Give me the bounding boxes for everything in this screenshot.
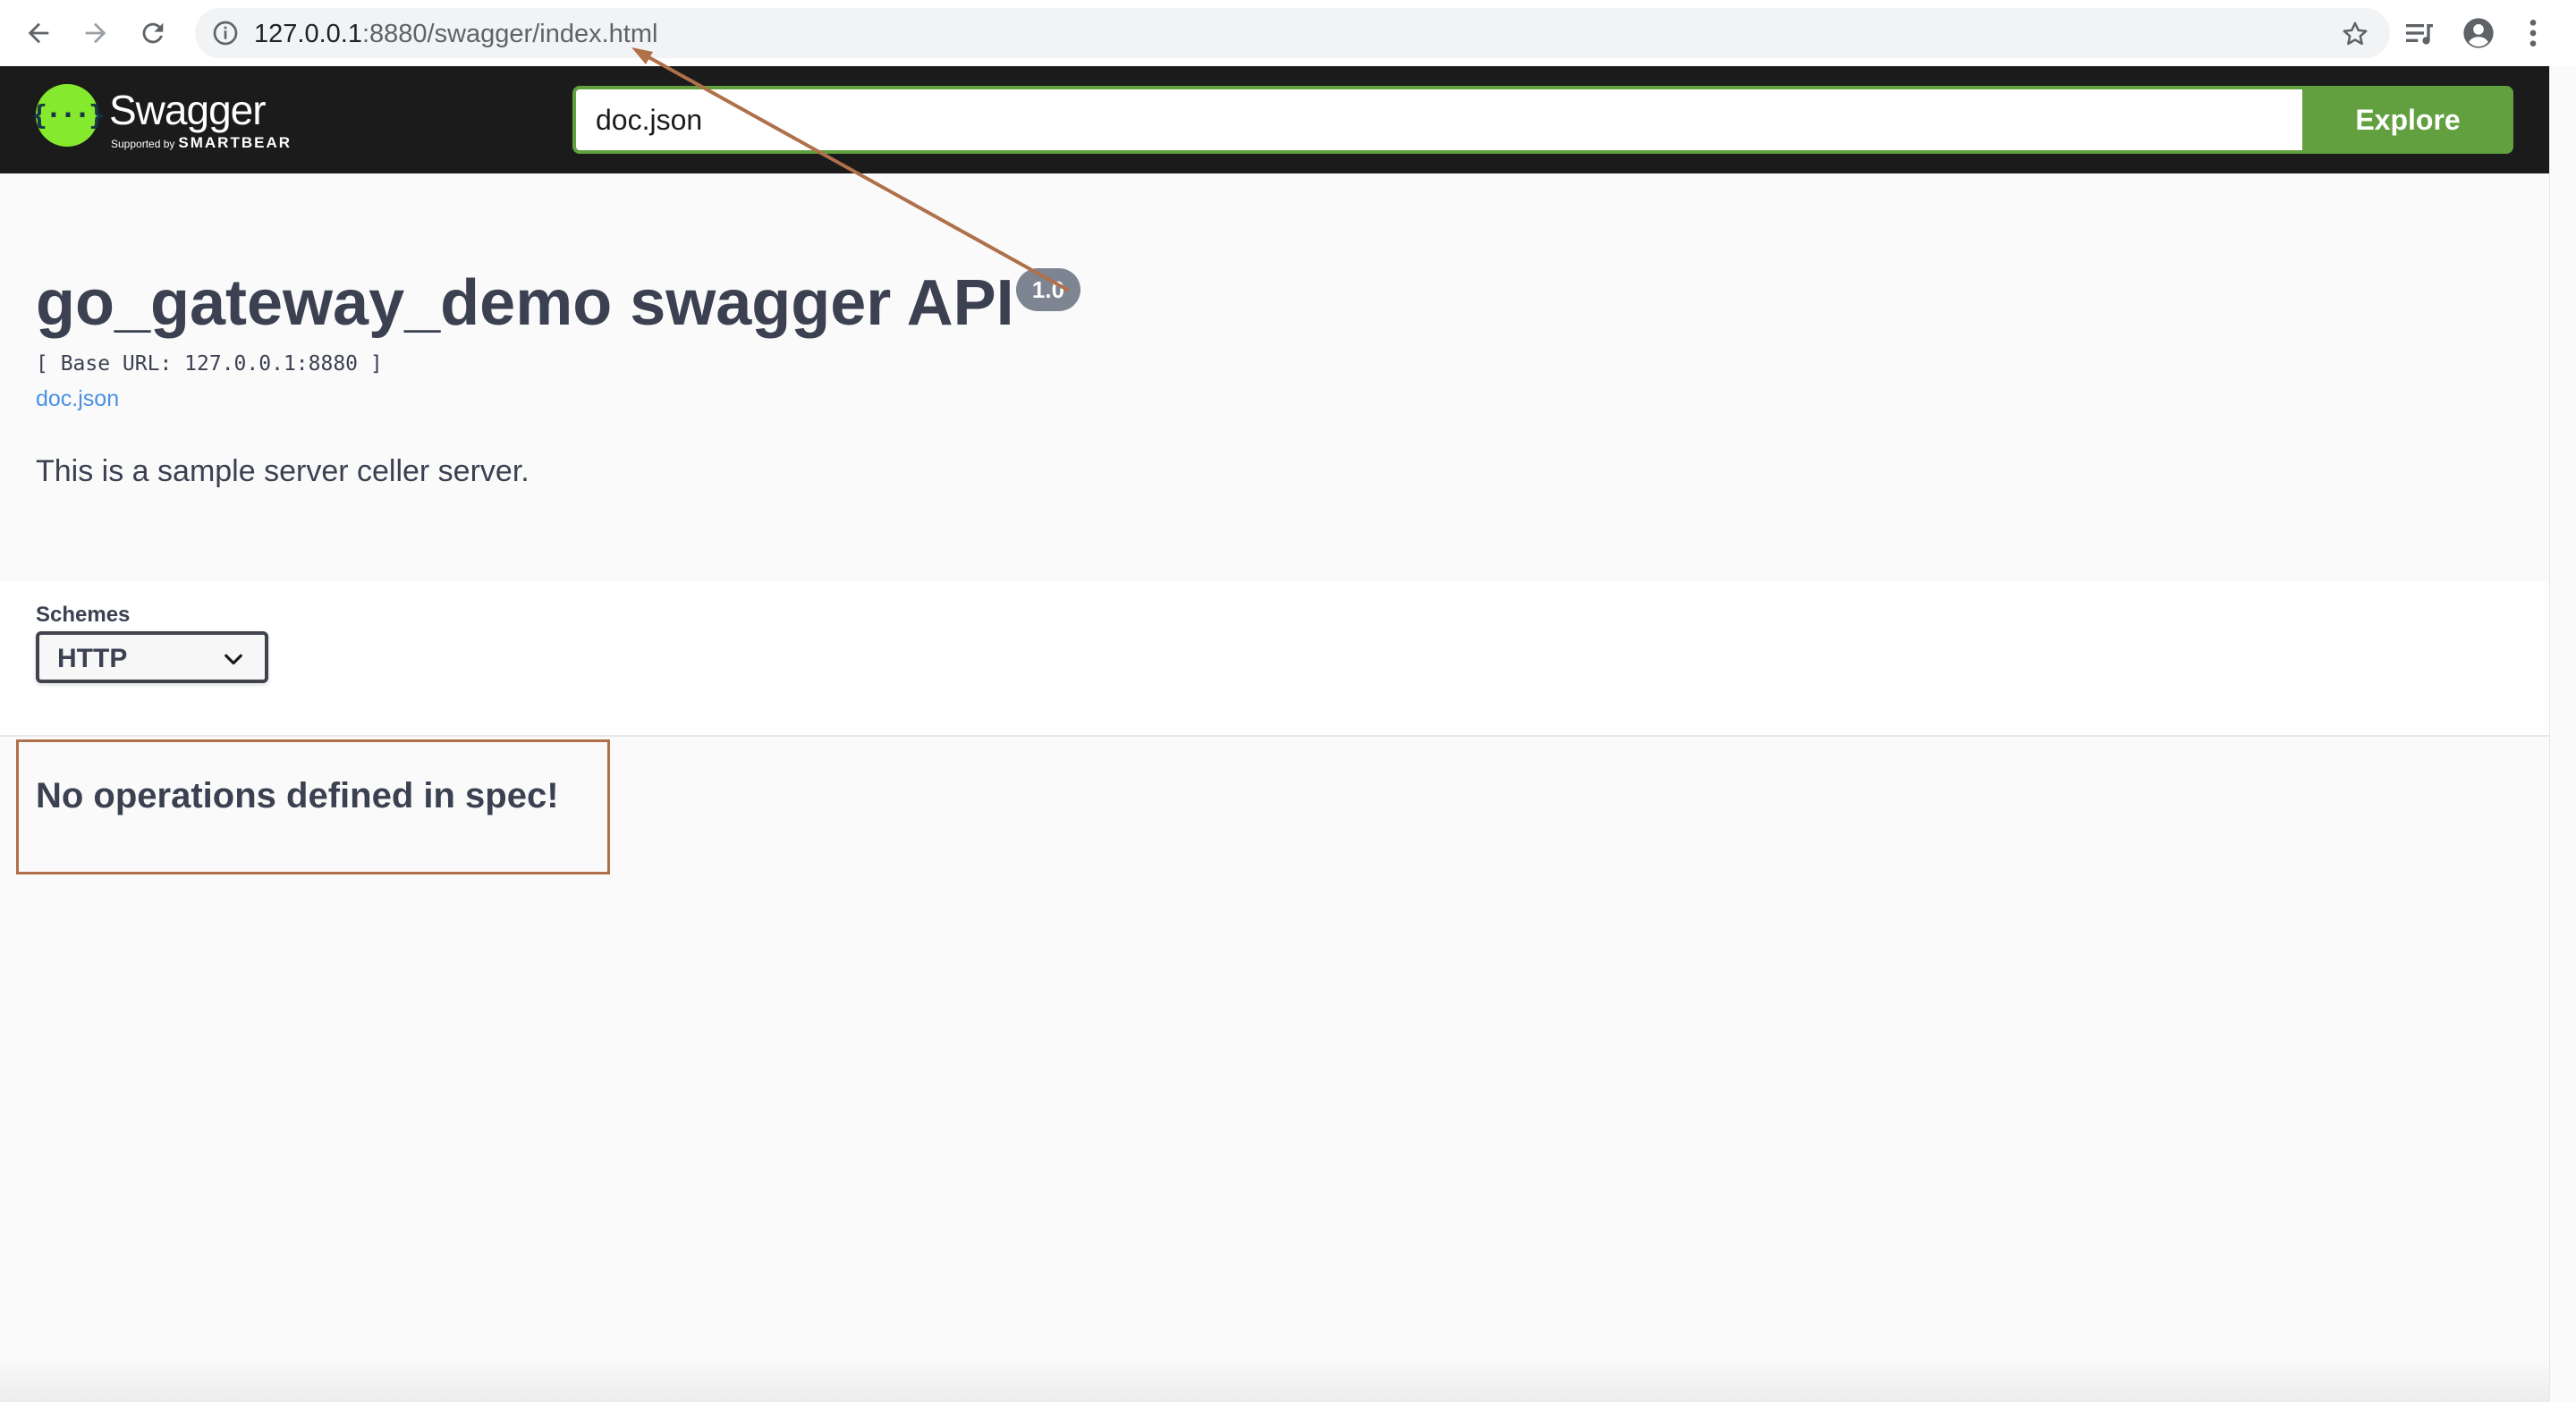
smartbear-tagline: Supported by SMARTBEAR	[111, 134, 292, 152]
url-text: 127.0.0.1:8880/swagger/index.html	[254, 20, 657, 49]
account-icon	[2463, 18, 2494, 48]
browser-toolbar: 127.0.0.1:8880/swagger/index.html	[0, 0, 2576, 66]
spec-url-input[interactable]	[572, 86, 2304, 154]
reload-button[interactable]	[131, 11, 175, 55]
schemes-selected-value: HTTP	[57, 644, 128, 673]
address-bar[interactable]: 127.0.0.1:8880/swagger/index.html	[195, 8, 2390, 58]
version-badge: 1.0	[1016, 268, 1080, 311]
url-host: 127.0.0.1	[254, 20, 362, 48]
explore-button[interactable]: Explore	[2302, 86, 2513, 154]
tagline-brand: SMARTBEAR	[178, 134, 292, 151]
page: 127.0.0.1:8880/swagger/index.html {···} …	[0, 0, 2576, 1402]
no-operations-message: No operations defined in spec!	[36, 776, 559, 815]
bottom-fade	[0, 1359, 2549, 1402]
account-button[interactable]	[2456, 11, 2501, 55]
forward-button[interactable]	[73, 11, 118, 55]
menu-dots-icon	[2529, 20, 2537, 46]
swagger-logo[interactable]: {···} Swagger Supported by SMARTBEAR	[31, 84, 322, 156]
forward-arrow-icon	[85, 22, 106, 44]
back-button[interactable]	[16, 11, 61, 55]
star-icon[interactable]	[2340, 19, 2370, 49]
schemes-select[interactable]: HTTP	[36, 631, 268, 683]
api-description: This is a sample server celler server.	[36, 454, 530, 488]
reading-list-icon	[2406, 24, 2433, 45]
browser-menu-button[interactable]	[2515, 11, 2551, 55]
schemes-label: Schemes	[36, 603, 131, 627]
swagger-logo-icon: {···}	[31, 84, 105, 147]
back-arrow-icon	[28, 22, 49, 44]
spec-link[interactable]: doc.json	[36, 386, 119, 412]
page-scrollbar[interactable]	[2549, 66, 2576, 1402]
api-title: go_gateway_demo swagger API	[36, 267, 1014, 339]
schemes-section: Schemes HTTP	[0, 581, 2549, 737]
chevron-down-icon	[225, 654, 242, 665]
swagger-topbar: {···} Swagger Supported bySMARTBEAR Expl…	[0, 66, 2549, 173]
reading-list-button[interactable]	[2397, 11, 2442, 55]
reload-icon	[142, 22, 164, 44]
base-url: [ Base URL: 127.0.0.1:8880 ]	[36, 352, 383, 376]
swagger-brand: Swagger	[109, 87, 267, 133]
tagline-prefix: Supported by	[111, 138, 175, 150]
url-path: :8880/swagger/index.html	[361, 20, 658, 48]
info-icon[interactable]	[211, 19, 240, 47]
